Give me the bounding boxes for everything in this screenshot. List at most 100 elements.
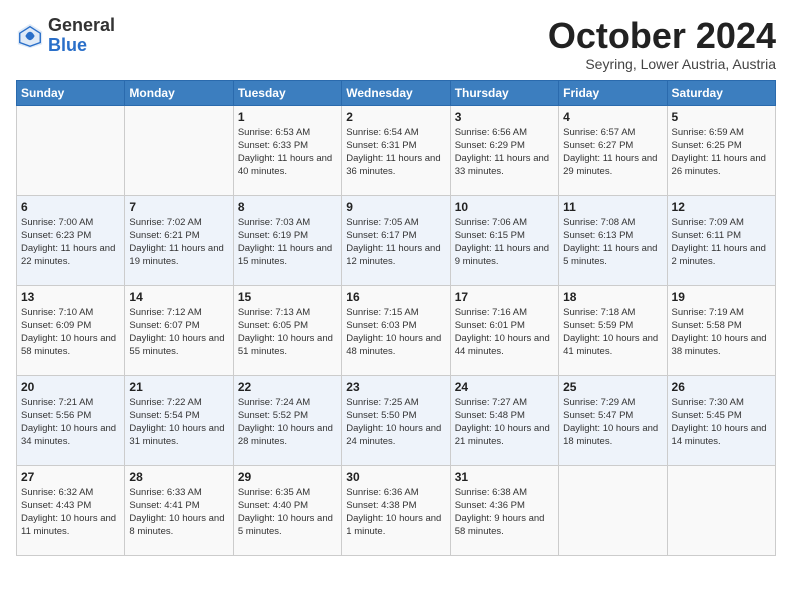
day-detail: Sunrise: 6:35 AMSunset: 4:40 PMDaylight:… (238, 486, 337, 539)
day-number: 1 (238, 110, 337, 124)
weekday-header-thursday: Thursday (450, 80, 558, 105)
page-header: General Blue October 2024 Seyring, Lower… (16, 16, 776, 72)
calendar-day-cell: 23 Sunrise: 7:25 AMSunset: 5:50 PMDayligh… (342, 375, 450, 465)
calendar-week-row: 13Sunrise: 7:10 AMSunset: 6:09 PMDayligh… (17, 285, 776, 375)
calendar-day-cell: 24 Sunrise: 7:27 AMSunset: 5:48 PMDayligh… (450, 375, 558, 465)
weekday-header-tuesday: Tuesday (233, 80, 341, 105)
day-number: 16 (346, 290, 445, 304)
day-number: 10 (455, 200, 554, 214)
weekday-header-saturday: Saturday (667, 80, 775, 105)
calendar-body: 1Sunrise: 6:53 AMSunset: 6:33 PMDaylight… (17, 105, 776, 555)
calendar-day-cell: 6 Sunrise: 7:00 AMSunset: 6:23 PMDaylight… (17, 195, 125, 285)
day-detail: Sunrise: 7:06 AMSunset: 6:15 PMDaylight:… (455, 216, 554, 269)
day-number: 9 (346, 200, 445, 214)
calendar-day-cell: 17 Sunrise: 7:16 AMSunset: 6:01 PMDayligh… (450, 285, 558, 375)
day-detail: Sunrise: 7:03 AMSunset: 6:19 PMDaylight:… (238, 216, 337, 269)
month-title: October 2024 (548, 16, 776, 56)
calendar-day-cell: 1Sunrise: 6:53 AMSunset: 6:33 PMDaylight… (233, 105, 341, 195)
day-number: 5 (672, 110, 771, 124)
day-detail: Sunrise: 7:24 AMSunset: 5:52 PMDaylight:… (238, 396, 337, 449)
day-number: 21 (129, 380, 228, 394)
day-number: 2 (346, 110, 445, 124)
day-number: 27 (21, 470, 120, 484)
calendar-day-cell (559, 465, 667, 555)
day-detail: Sunrise: 6:36 AMSunset: 4:38 PMDaylight:… (346, 486, 445, 539)
day-number: 17 (455, 290, 554, 304)
day-number: 3 (455, 110, 554, 124)
title-block: October 2024 Seyring, Lower Austria, Aus… (548, 16, 776, 72)
weekday-header-row: SundayMondayTuesdayWednesdayThursdayFrid… (17, 80, 776, 105)
calendar-day-cell: 4Sunrise: 6:57 AMSunset: 6:27 PMDaylight… (559, 105, 667, 195)
day-number: 31 (455, 470, 554, 484)
day-detail: Sunrise: 7:02 AMSunset: 6:21 PMDaylight:… (129, 216, 228, 269)
day-detail: Sunrise: 7:05 AMSunset: 6:17 PMDaylight:… (346, 216, 445, 269)
day-number: 13 (21, 290, 120, 304)
calendar-day-cell: 7 Sunrise: 7:02 AMSunset: 6:21 PMDaylight… (125, 195, 233, 285)
day-number: 29 (238, 470, 337, 484)
day-number: 12 (672, 200, 771, 214)
calendar-day-cell: 25 Sunrise: 7:29 AMSunset: 5:47 PMDayligh… (559, 375, 667, 465)
day-number: 11 (563, 200, 662, 214)
calendar-day-cell: 3Sunrise: 6:56 AMSunset: 6:29 PMDaylight… (450, 105, 558, 195)
calendar-day-cell: 31Sunrise: 6:38 AMSunset: 4:36 PMDayligh… (450, 465, 558, 555)
day-detail: Sunrise: 7:16 AMSunset: 6:01 PMDaylight:… (455, 306, 554, 359)
day-detail: Sunrise: 7:00 AMSunset: 6:23 PMDaylight:… (21, 216, 120, 269)
day-number: 8 (238, 200, 337, 214)
day-detail: Sunrise: 7:18 AMSunset: 5:59 PMDaylight:… (563, 306, 662, 359)
day-number: 23 (346, 380, 445, 394)
calendar-week-row: 27 Sunrise: 6:32 AMSunset: 4:43 PMDayligh… (17, 465, 776, 555)
day-number: 30 (346, 470, 445, 484)
calendar-day-cell: 14Sunrise: 7:12 AMSunset: 6:07 PMDayligh… (125, 285, 233, 375)
calendar-week-row: 6 Sunrise: 7:00 AMSunset: 6:23 PMDaylight… (17, 195, 776, 285)
calendar-week-row: 1Sunrise: 6:53 AMSunset: 6:33 PMDaylight… (17, 105, 776, 195)
calendar-day-cell: 5 Sunrise: 6:59 AMSunset: 6:25 PMDaylight… (667, 105, 775, 195)
calendar-day-cell: 22Sunrise: 7:24 AMSunset: 5:52 PMDayligh… (233, 375, 341, 465)
calendar-header: SundayMondayTuesdayWednesdayThursdayFrid… (17, 80, 776, 105)
weekday-header-sunday: Sunday (17, 80, 125, 105)
day-detail: Sunrise: 7:30 AMSunset: 5:45 PMDaylight:… (672, 396, 771, 449)
logo: General Blue (16, 16, 115, 56)
calendar-day-cell: 29 Sunrise: 6:35 AMSunset: 4:40 PMDayligh… (233, 465, 341, 555)
day-number: 7 (129, 200, 228, 214)
day-number: 25 (563, 380, 662, 394)
day-detail: Sunrise: 6:32 AMSunset: 4:43 PMDaylight:… (21, 486, 120, 539)
day-detail: Sunrise: 7:22 AMSunset: 5:54 PMDaylight:… (129, 396, 228, 449)
calendar-day-cell: 15Sunrise: 7:13 AMSunset: 6:05 PMDayligh… (233, 285, 341, 375)
day-number: 26 (672, 380, 771, 394)
calendar-day-cell (125, 105, 233, 195)
day-number: 18 (563, 290, 662, 304)
calendar-day-cell: 18 Sunrise: 7:18 AMSunset: 5:59 PMDayligh… (559, 285, 667, 375)
calendar-day-cell: 27 Sunrise: 6:32 AMSunset: 4:43 PMDayligh… (17, 465, 125, 555)
calendar-week-row: 20Sunrise: 7:21 AMSunset: 5:56 PMDayligh… (17, 375, 776, 465)
weekday-header-wednesday: Wednesday (342, 80, 450, 105)
calendar-day-cell: 13Sunrise: 7:10 AMSunset: 6:09 PMDayligh… (17, 285, 125, 375)
day-number: 15 (238, 290, 337, 304)
calendar-day-cell: 30 Sunrise: 6:36 AMSunset: 4:38 PMDayligh… (342, 465, 450, 555)
day-number: 20 (21, 380, 120, 394)
calendar-table: SundayMondayTuesdayWednesdayThursdayFrid… (16, 80, 776, 556)
calendar-day-cell: 12 Sunrise: 7:09 AMSunset: 6:11 PMDayligh… (667, 195, 775, 285)
day-number: 14 (129, 290, 228, 304)
day-detail: Sunrise: 7:25 AMSunset: 5:50 PMDaylight:… (346, 396, 445, 449)
day-detail: Sunrise: 6:59 AMSunset: 6:25 PMDaylight:… (672, 126, 771, 179)
calendar-day-cell: 16 Sunrise: 7:15 AMSunset: 6:03 PMDayligh… (342, 285, 450, 375)
calendar-day-cell: 19Sunrise: 7:19 AMSunset: 5:58 PMDayligh… (667, 285, 775, 375)
calendar-day-cell (667, 465, 775, 555)
day-detail: Sunrise: 7:15 AMSunset: 6:03 PMDaylight:… (346, 306, 445, 359)
day-detail: Sunrise: 6:33 AMSunset: 4:41 PMDaylight:… (129, 486, 228, 539)
logo-blue-text: Blue (48, 35, 87, 55)
day-number: 24 (455, 380, 554, 394)
logo-general-text: General (48, 15, 115, 35)
calendar-day-cell: 28Sunrise: 6:33 AMSunset: 4:41 PMDayligh… (125, 465, 233, 555)
day-detail: Sunrise: 7:27 AMSunset: 5:48 PMDaylight:… (455, 396, 554, 449)
calendar-day-cell: 10 Sunrise: 7:06 AMSunset: 6:15 PMDayligh… (450, 195, 558, 285)
weekday-header-monday: Monday (125, 80, 233, 105)
calendar-day-cell: 26 Sunrise: 7:30 AMSunset: 5:45 PMDayligh… (667, 375, 775, 465)
day-detail: Sunrise: 7:09 AMSunset: 6:11 PMDaylight:… (672, 216, 771, 269)
day-detail: Sunrise: 6:54 AMSunset: 6:31 PMDaylight:… (346, 126, 445, 179)
day-detail: Sunrise: 7:29 AMSunset: 5:47 PMDaylight:… (563, 396, 662, 449)
logo-icon (16, 22, 44, 50)
calendar-day-cell: 21 Sunrise: 7:22 AMSunset: 5:54 PMDayligh… (125, 375, 233, 465)
day-number: 6 (21, 200, 120, 214)
calendar-day-cell: 11Sunrise: 7:08 AMSunset: 6:13 PMDayligh… (559, 195, 667, 285)
